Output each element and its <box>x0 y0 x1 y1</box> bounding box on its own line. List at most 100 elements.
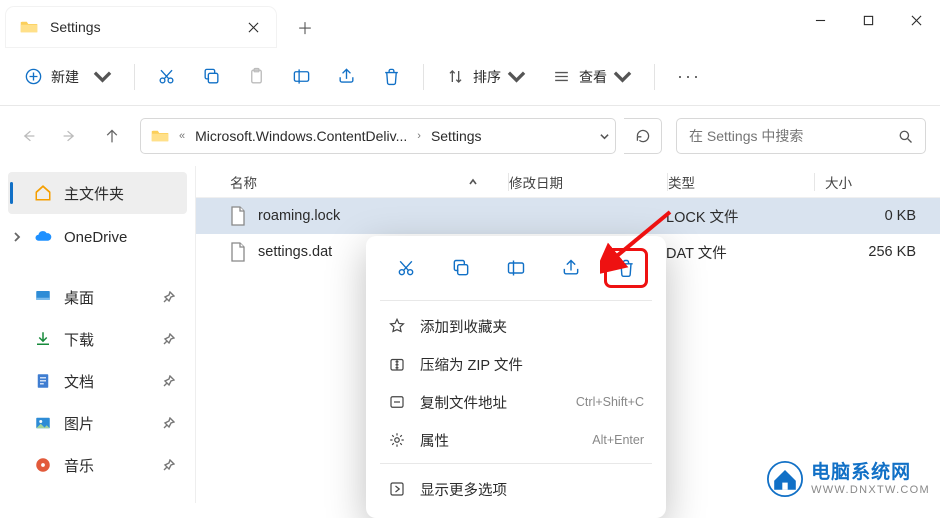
sidebar-item-onedrive[interactable]: OneDrive <box>0 216 195 258</box>
file-row[interactable]: roaming.lock LOCK 文件 0 KB <box>196 198 940 234</box>
ctx-copy-button[interactable] <box>441 250 481 286</box>
tab-close-button[interactable] <box>244 18 262 36</box>
folder-icon <box>151 129 169 143</box>
pin-icon <box>163 333 175 345</box>
up-button[interactable] <box>98 122 126 150</box>
documents-icon <box>34 372 52 390</box>
sort-button[interactable]: 排序 <box>434 58 538 96</box>
home-icon <box>34 184 52 202</box>
ctx-add-favorite[interactable]: 添加到收藏夹 <box>372 307 660 345</box>
file-type: LOCK 文件 <box>666 206 812 227</box>
address-bar[interactable]: « Microsoft.Windows.ContentDeliv... › Se… <box>140 118 616 154</box>
file-icon <box>230 242 246 262</box>
watermark-title: 电脑系统网 <box>811 462 930 484</box>
new-tab-button[interactable]: ＋ <box>284 7 326 47</box>
view-icon <box>552 67 571 86</box>
sidebar-item-documents[interactable]: 文档 <box>0 360 195 402</box>
onedrive-icon <box>34 228 52 246</box>
chevron-down-icon <box>613 67 632 86</box>
file-name: roaming.lock <box>258 208 340 224</box>
new-label: 新建 <box>51 67 79 87</box>
path-icon <box>388 393 406 411</box>
music-icon <box>34 456 52 474</box>
column-size[interactable]: 大小 <box>815 172 940 192</box>
sidebar-item-pictures[interactable]: 图片 <box>0 402 195 444</box>
sidebar-item-desktop[interactable]: 桌面 <box>0 276 195 318</box>
arrow-right-icon <box>62 128 78 144</box>
sidebar-item-downloads[interactable]: 下载 <box>0 318 195 360</box>
ctx-compress-zip[interactable]: 压缩为 ZIP 文件 <box>372 345 660 383</box>
close-window-button[interactable] <box>892 0 940 40</box>
ctx-accel: Ctrl+Shift+C <box>576 395 644 409</box>
ctx-label: 属性 <box>420 430 578 451</box>
desktop-icon <box>34 288 52 306</box>
column-name[interactable]: 名称 <box>196 172 508 192</box>
ctx-copy-path[interactable]: 复制文件地址 Ctrl+Shift+C <box>372 383 660 421</box>
pin-icon <box>163 375 175 387</box>
refresh-button[interactable] <box>624 118 662 154</box>
ctx-share-button[interactable] <box>551 250 591 286</box>
sort-label: 排序 <box>473 67 501 87</box>
minimize-button[interactable] <box>796 0 844 40</box>
file-name: settings.dat <box>258 244 332 260</box>
watermark-url: WWW.DNXTW.COM <box>811 484 930 497</box>
search-input[interactable] <box>689 128 898 144</box>
chevron-right-icon[interactable] <box>12 232 22 242</box>
sidebar-label: 主文件夹 <box>64 183 124 204</box>
chevron-down-icon[interactable] <box>600 132 609 141</box>
scissors-icon <box>157 67 176 86</box>
forward-button[interactable] <box>56 122 84 150</box>
copy-button[interactable] <box>190 58 233 96</box>
separator <box>654 64 655 90</box>
arrow-up-icon <box>104 128 120 144</box>
search-box[interactable] <box>676 118 926 154</box>
paste-button[interactable] <box>235 58 278 96</box>
ctx-rename-button[interactable] <box>496 250 536 286</box>
search-icon <box>898 129 913 144</box>
file-size: 256 KB <box>812 244 940 260</box>
watermark: 电脑系统网 WWW.DNXTW.COM <box>767 461 930 497</box>
tab-title: Settings <box>50 19 101 35</box>
annotation-arrow <box>600 202 680 285</box>
star-icon <box>388 317 406 335</box>
pin-icon <box>163 291 175 303</box>
separator <box>423 64 424 90</box>
column-date[interactable]: 修改日期 <box>509 172 667 192</box>
properties-icon <box>388 431 406 449</box>
column-type[interactable]: 类型 <box>668 172 814 192</box>
chevron-down-icon <box>93 67 112 86</box>
ctx-accel: Alt+Enter <box>592 433 644 447</box>
delete-button[interactable] <box>370 58 413 96</box>
share-button[interactable] <box>325 58 368 96</box>
tab-settings[interactable]: Settings <box>6 7 276 47</box>
pin-icon <box>163 459 175 471</box>
sidebar-item-music[interactable]: 音乐 <box>0 444 195 486</box>
pin-icon <box>163 417 175 429</box>
sidebar-item-home[interactable]: 主文件夹 <box>8 172 187 214</box>
sidebar-label: 图片 <box>64 413 94 434</box>
view-button[interactable]: 查看 <box>540 58 644 96</box>
paste-icon <box>247 67 266 86</box>
plus-circle-icon <box>24 67 43 86</box>
sidebar: 主文件夹 OneDrive 桌面 下载 文档 图片 <box>0 166 196 503</box>
back-button[interactable] <box>14 122 42 150</box>
more-button[interactable]: ··· <box>665 58 713 96</box>
ctx-show-more[interactable]: 显示更多选项 <box>372 470 660 508</box>
ctx-label: 添加到收藏夹 <box>420 316 644 337</box>
cut-button[interactable] <box>145 58 188 96</box>
breadcrumb-part2[interactable]: Settings <box>427 128 486 144</box>
watermark-logo-icon <box>767 461 803 497</box>
ctx-label: 压缩为 ZIP 文件 <box>420 354 644 375</box>
breadcrumb-sep: › <box>417 130 421 142</box>
file-size: 0 KB <box>812 208 940 224</box>
maximize-button[interactable] <box>844 0 892 40</box>
sidebar-label: 下载 <box>64 329 94 350</box>
rename-button[interactable] <box>280 58 323 96</box>
ctx-properties[interactable]: 属性 Alt+Enter <box>372 421 660 459</box>
new-button[interactable]: 新建 <box>12 58 124 96</box>
breadcrumb-part1[interactable]: Microsoft.Windows.ContentDeliv... <box>191 128 411 144</box>
sidebar-label: 桌面 <box>64 287 94 308</box>
chevron-down-icon <box>507 67 526 86</box>
ctx-cut-button[interactable] <box>386 250 426 286</box>
breadcrumb-sep: « <box>179 130 185 142</box>
